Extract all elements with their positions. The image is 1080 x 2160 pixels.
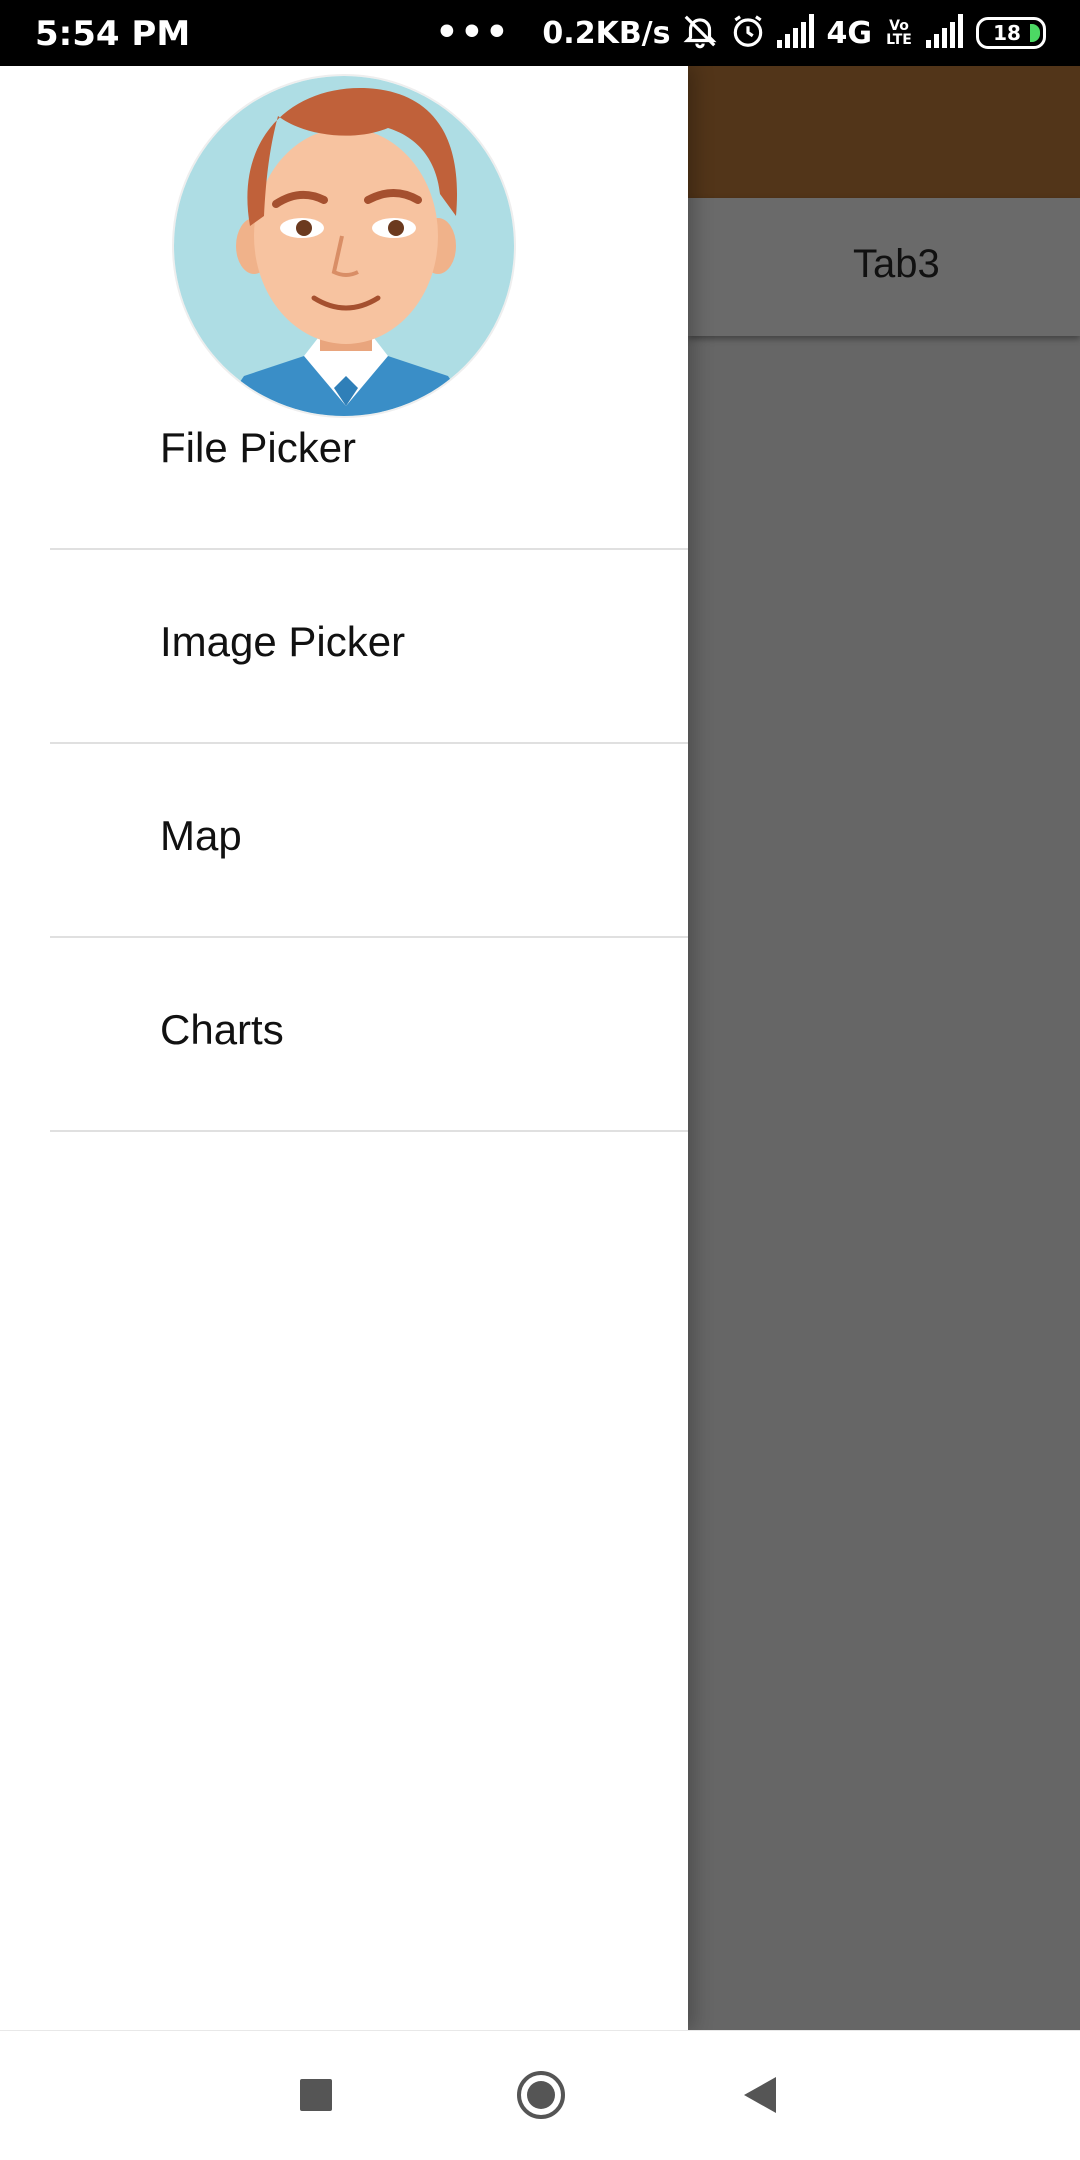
tab-tab3[interactable]: Tab3 — [853, 242, 940, 287]
status-bar: 5:54 PM ••• 0.2KB/s 4G Vo LTE 18 — [0, 0, 1080, 66]
app-bar — [688, 66, 1080, 198]
tab-bar: Tab3 — [688, 198, 1080, 336]
home-icon[interactable] — [517, 2071, 565, 2119]
signal-icon-2 — [926, 14, 966, 52]
alarm-icon — [729, 12, 767, 54]
network-type: 4G — [826, 15, 873, 51]
system-nav-bar — [0, 2030, 1080, 2160]
drawer-item-charts[interactable]: Charts — [50, 938, 688, 1132]
status-icons: ••• 0.2KB/s 4G Vo LTE 18 — [435, 12, 1046, 54]
battery-level: 18 — [993, 21, 1021, 45]
navigation-drawer: File Picker Image Picker Map Charts — [0, 66, 688, 2030]
status-time: 5:54 PM — [35, 14, 191, 54]
drawer-item-label: Charts — [160, 1006, 284, 1053]
network-speed: 0.2KB/s — [542, 15, 671, 51]
back-icon[interactable] — [744, 2077, 776, 2113]
battery-fill — [1030, 24, 1040, 42]
drawer-item-label: Map — [160, 812, 242, 859]
signal-icon — [776, 14, 817, 52]
battery-icon: 18 — [976, 17, 1046, 49]
more-notifications-icon: ••• — [435, 12, 511, 53]
drawer-item-image-picker[interactable]: Image Picker — [50, 550, 688, 744]
recents-icon[interactable] — [300, 2079, 332, 2111]
drawer-item-label: Image Picker — [160, 618, 406, 665]
drawer-item-label: File Picker — [160, 424, 357, 471]
bell-muted-icon — [681, 12, 719, 54]
drawer-item-file-picker[interactable]: File Picker — [50, 356, 688, 550]
volte-icon: Vo LTE — [886, 18, 912, 48]
drawer-item-map[interactable]: Map — [50, 744, 688, 938]
